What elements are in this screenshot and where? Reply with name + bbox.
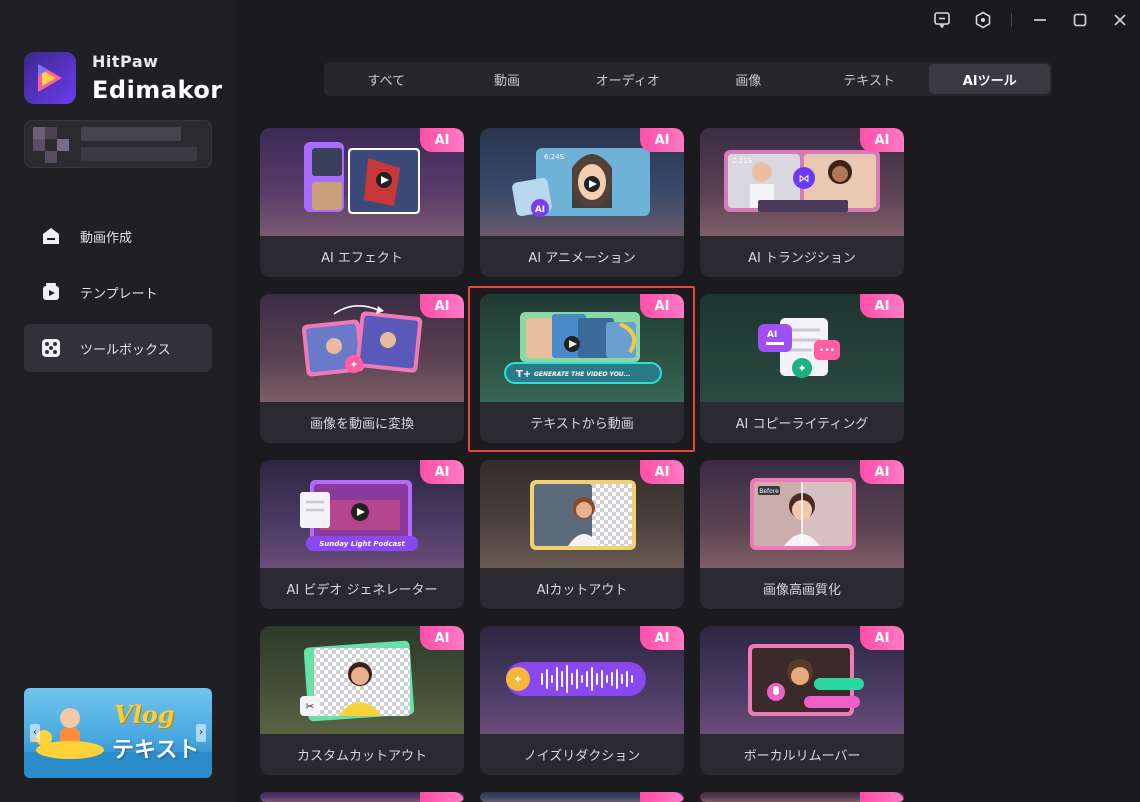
- promo-prev-icon[interactable]: ‹: [30, 724, 40, 742]
- promo-subtitle: テキスト: [112, 738, 200, 763]
- tab-image[interactable]: 画像: [688, 64, 809, 94]
- ai-badge: [640, 792, 684, 802]
- promo-title: Vlog: [114, 700, 175, 729]
- tool-card-partial[interactable]: [700, 792, 904, 802]
- tool-card-vocal-remover[interactable]: AI ボーカルリムーバー: [700, 626, 904, 775]
- tool-card-label: 画像高画質化: [700, 568, 904, 609]
- tool-card-image-enhance[interactable]: Before AI 画像高画質化: [700, 460, 904, 609]
- ai-badge: AI: [860, 294, 904, 318]
- tool-card-label: ノイズリダクション: [480, 734, 684, 775]
- toolbox-icon: [40, 337, 62, 359]
- template-icon: [40, 281, 62, 303]
- tool-card-label: AI コピーライティング: [700, 402, 904, 443]
- sidebar-item-create-video[interactable]: 動画作成: [24, 212, 212, 260]
- svg-text:AI: AI: [767, 330, 777, 340]
- tool-card-partial[interactable]: [260, 792, 464, 802]
- ai-badge: AI: [640, 626, 684, 650]
- sidebar-item-label: 動画作成: [80, 230, 133, 246]
- podcast-title: Sunday Light Podcast: [319, 540, 405, 548]
- ai-badge: AI: [640, 460, 684, 484]
- ai-badge: AI: [420, 128, 464, 152]
- tool-card-label: 画像を動画に変換: [260, 402, 464, 443]
- ai-badge: AI: [640, 128, 684, 152]
- brand: HitPaw Edimakor: [24, 52, 223, 104]
- tool-card-ai-effect[interactable]: AI AI エフェクト: [260, 128, 464, 277]
- ai-badge: AI: [420, 460, 464, 484]
- tab-ai-tools[interactable]: AIツール: [929, 64, 1051, 94]
- ai-badge: [860, 792, 904, 802]
- tool-card-ai-copywriting[interactable]: AI ••• ✦ AI AI コピーライティング: [700, 294, 904, 443]
- minimize-icon[interactable]: [1028, 8, 1052, 32]
- tool-card-ai-video-generator[interactable]: Sunday Light Podcast AI AI ビデオ ジェネレーター: [260, 460, 464, 609]
- tab-all[interactable]: すべて: [326, 64, 447, 94]
- sidebar-item-toolbox[interactable]: ツールボックス: [24, 324, 212, 372]
- avatar: [33, 127, 45, 139]
- tool-card-label: カスタムカットアウト: [260, 734, 464, 775]
- svg-text:•••: •••: [819, 346, 835, 356]
- promo-banner[interactable]: Vlog テキスト ‹ ›: [24, 688, 212, 778]
- svg-text:⋈: ⋈: [799, 172, 810, 185]
- tool-card-label: AI エフェクト: [260, 236, 464, 277]
- toolbar-divider: [1011, 13, 1012, 27]
- home-icon: [40, 225, 62, 247]
- tool-card-noise-reduction[interactable]: ✦ AI ノイズリダクション: [480, 626, 684, 775]
- svg-text:✦: ✦: [350, 360, 358, 371]
- ai-badge: AI: [860, 460, 904, 484]
- duration-label: 2:21S: [732, 157, 753, 165]
- close-icon[interactable]: [1108, 8, 1132, 32]
- sidebar-item-label: テンプレート: [80, 286, 158, 302]
- tool-card-partial[interactable]: [480, 792, 684, 802]
- tool-card-label: AIカットアウト: [480, 568, 684, 609]
- tool-card-ai-animation[interactable]: AI 6:24S AI AI アニメーション: [480, 128, 684, 277]
- tool-card-label: AI ビデオ ジェネレーター: [260, 568, 464, 609]
- app-window: HitPaw Edimakor 動画作成 テンプレート ツールボックス Vlog…: [0, 0, 1140, 802]
- tool-card-label: AI トランジション: [700, 236, 904, 277]
- svg-text:✂: ✂: [305, 700, 314, 713]
- svg-text:✦: ✦: [797, 362, 806, 375]
- category-tabs: すべて 動画 オーディオ 画像 テキスト AIツール: [324, 62, 1052, 96]
- before-label: Before: [759, 488, 779, 495]
- tool-card-custom-cutout[interactable]: ✂ AI カスタムカットアウト: [260, 626, 464, 775]
- sidebar-item-label: ツールボックス: [80, 342, 171, 358]
- ai-badge: AI: [420, 626, 464, 650]
- svg-text:✦: ✦: [513, 673, 522, 686]
- duration-label: 6:24S: [544, 153, 565, 161]
- brand-name-large: Edimakor: [92, 76, 223, 104]
- promo-next-icon[interactable]: ›: [196, 724, 206, 742]
- tool-card-label: ボーカルリムーバー: [700, 734, 904, 775]
- sidebar: HitPaw Edimakor 動画作成 テンプレート ツールボックス Vlog…: [0, 0, 236, 802]
- tool-card-ai-cutout[interactable]: AI AIカットアウト: [480, 460, 684, 609]
- ai-badge: AI: [420, 294, 464, 318]
- sidebar-item-templates[interactable]: テンプレート: [24, 268, 212, 316]
- selection-highlight: [468, 286, 695, 452]
- ai-badge: AI: [860, 128, 904, 152]
- svg-text:AI: AI: [535, 205, 545, 215]
- tool-card-label: AI アニメーション: [480, 236, 684, 277]
- ai-badge: [420, 792, 464, 802]
- tab-text[interactable]: テキスト: [809, 64, 930, 94]
- sidebar-nav: 動画作成 テンプレート ツールボックス: [24, 212, 212, 380]
- feedback-icon[interactable]: [930, 8, 954, 32]
- tab-audio[interactable]: オーディオ: [567, 64, 688, 94]
- account-panel[interactable]: [24, 120, 212, 168]
- app-logo: [24, 52, 76, 104]
- brand-name-small: HitPaw: [92, 52, 159, 71]
- maximize-icon[interactable]: [1068, 8, 1092, 32]
- settings-icon[interactable]: [971, 8, 995, 32]
- tab-video[interactable]: 動画: [447, 64, 568, 94]
- tool-card-ai-transition[interactable]: ⋈ 2:21S AI AI トランジション: [700, 128, 904, 277]
- ai-badge: AI: [860, 626, 904, 650]
- tool-card-image-to-video[interactable]: ✦ AI 画像を動画に変換: [260, 294, 464, 443]
